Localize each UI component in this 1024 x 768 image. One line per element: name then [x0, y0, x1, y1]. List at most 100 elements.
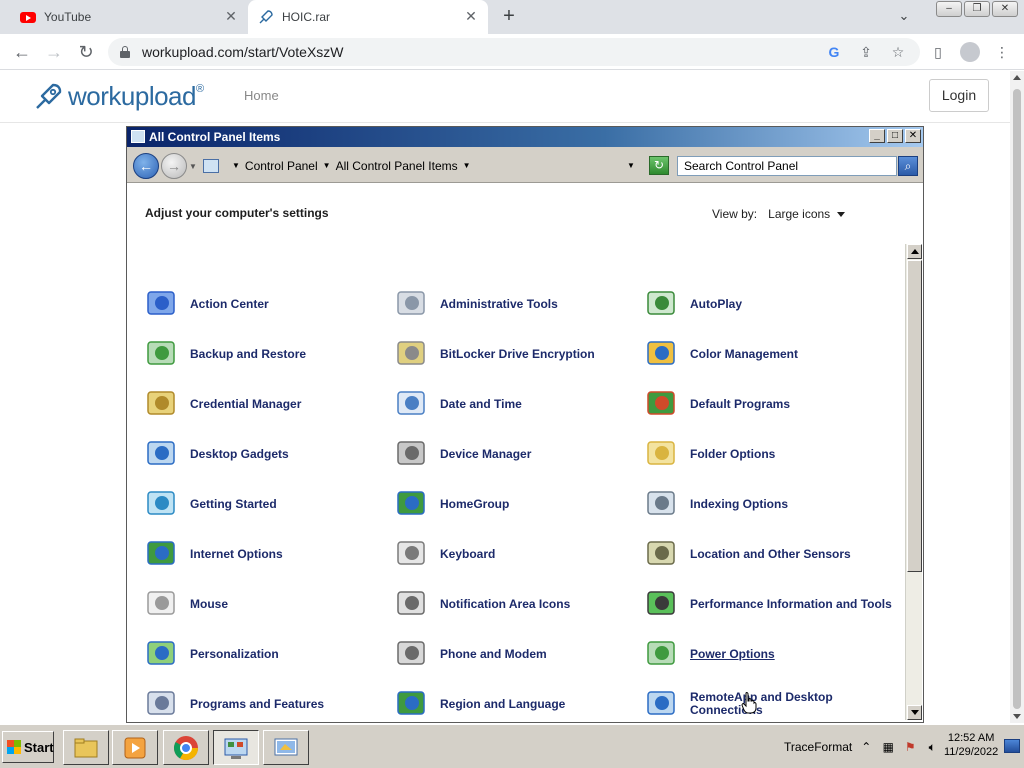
- cp-item-default-programs[interactable]: Default Programs: [645, 379, 905, 429]
- chevron-down-icon[interactable]: ▼: [463, 161, 471, 170]
- tab-search-chevron-icon[interactable]: ⌄: [894, 8, 914, 26]
- history-dropdown-icon[interactable]: ▼: [189, 162, 197, 171]
- cp-item-bitlocker[interactable]: BitLocker Drive Encryption: [395, 329, 645, 379]
- cp-item-internet-globe[interactable]: Internet Options: [145, 529, 395, 579]
- network-icon[interactable]: ▦: [880, 739, 896, 755]
- cp-item-label[interactable]: Keyboard: [440, 547, 495, 561]
- cp-item-label[interactable]: RemoteApp and Desktop Connections: [690, 691, 905, 717]
- minimize-button[interactable]: –: [936, 1, 962, 17]
- cp-item-programs-features[interactable]: Programs and Features: [145, 679, 395, 722]
- google-lens-icon[interactable]: G: [824, 42, 844, 62]
- breadcrumb-item[interactable]: Control Panel: [245, 159, 318, 173]
- taskbar-explorer[interactable]: [63, 730, 109, 765]
- content-scrollbar[interactable]: [905, 244, 922, 720]
- scroll-thumb[interactable]: [907, 260, 922, 572]
- address-bar[interactable]: workupload.com/start/VoteXszW G ⇪ ☆: [108, 38, 920, 66]
- cp-item-flag[interactable]: Action Center: [145, 279, 395, 329]
- cp-item-remoteapp[interactable]: RemoteApp and Desktop Connections: [645, 679, 905, 722]
- cp-item-label[interactable]: Getting Started: [190, 497, 277, 511]
- search-icon[interactable]: ⌕: [898, 156, 918, 176]
- menu-kebab-icon[interactable]: ⋮: [992, 42, 1012, 62]
- cp-item-battery-plug[interactable]: Power Options: [645, 629, 905, 679]
- cp-item-label[interactable]: AutoPlay: [690, 297, 742, 311]
- cp-item-label[interactable]: Power Options: [690, 647, 775, 661]
- show-desktop-button[interactable]: [1004, 739, 1020, 753]
- cp-item-autoplay[interactable]: AutoPlay: [645, 279, 905, 329]
- action-center-flag-icon[interactable]: ⚑: [902, 739, 918, 755]
- cp-item-label[interactable]: Credential Manager: [190, 397, 301, 411]
- chevron-down-icon[interactable]: ▼: [323, 161, 331, 170]
- cp-item-label[interactable]: Device Manager: [440, 447, 531, 461]
- cp-item-label[interactable]: Indexing Options: [690, 497, 788, 511]
- cp-item-label[interactable]: Region and Language: [440, 697, 565, 711]
- cp-item-homegroup[interactable]: HomeGroup: [395, 479, 645, 529]
- cp-item-label[interactable]: BitLocker Drive Encryption: [440, 347, 595, 361]
- refresh-icon[interactable]: ↻: [649, 156, 669, 175]
- cp-item-label[interactable]: Programs and Features: [190, 697, 324, 711]
- chevron-down-icon[interactable]: [837, 211, 846, 217]
- taskbar-chrome[interactable]: [163, 730, 209, 765]
- back-arrow-icon[interactable]: ←: [10, 40, 34, 64]
- back-arrow-icon[interactable]: ←: [133, 153, 159, 179]
- taskbar-control-panel[interactable]: [213, 730, 259, 765]
- scroll-down-button[interactable]: [907, 705, 922, 720]
- cp-item-label[interactable]: Personalization: [190, 647, 279, 661]
- forward-arrow-icon[interactable]: →: [161, 153, 187, 179]
- tab-youtube[interactable]: YouTube ✕: [8, 0, 248, 34]
- scroll-up-button[interactable]: [907, 244, 922, 259]
- cp-item-sensors[interactable]: Location and Other Sensors: [645, 529, 905, 579]
- url-text[interactable]: workupload.com/start/VoteXszW: [142, 44, 344, 60]
- minimize-button[interactable]: _: [869, 129, 885, 143]
- tray-expand-icon[interactable]: ⌃: [858, 739, 874, 755]
- cp-item-notification-area[interactable]: Notification Area Icons: [395, 579, 645, 629]
- cp-item-credential-vault[interactable]: Credential Manager: [145, 379, 395, 429]
- cp-item-performance[interactable]: Performance Information and Tools: [645, 579, 905, 629]
- profile-avatar[interactable]: [960, 42, 980, 62]
- cp-item-region-globe[interactable]: Region and Language: [395, 679, 645, 722]
- close-tab-icon[interactable]: ✕: [464, 9, 478, 23]
- cp-item-label[interactable]: Administrative Tools: [440, 297, 558, 311]
- cp-item-label[interactable]: Default Programs: [690, 397, 790, 411]
- workupload-logo[interactable]: workupload ®: [34, 79, 204, 113]
- new-tab-button[interactable]: +: [498, 6, 520, 28]
- cp-item-personalization[interactable]: Personalization: [145, 629, 395, 679]
- nav-home-link[interactable]: Home: [244, 88, 279, 103]
- cp-item-label[interactable]: Location and Other Sensors: [690, 547, 851, 561]
- tab-hoic[interactable]: HOIC.rar ✕: [248, 0, 488, 34]
- cp-item-folder-options[interactable]: Folder Options: [645, 429, 905, 479]
- cp-item-label[interactable]: Backup and Restore: [190, 347, 306, 361]
- cp-item-label[interactable]: Folder Options: [690, 447, 775, 461]
- cp-item-label[interactable]: Performance Information and Tools: [690, 597, 892, 611]
- search-input[interactable]: Search Control Panel: [677, 156, 897, 176]
- tray-label[interactable]: TraceFormat: [784, 740, 852, 754]
- view-by-dropdown[interactable]: Large icons: [768, 207, 830, 221]
- cp-item-indexing[interactable]: Indexing Options: [645, 479, 905, 529]
- cp-item-label[interactable]: Color Management: [690, 347, 798, 361]
- close-tab-icon[interactable]: ✕: [224, 9, 238, 23]
- cp-item-device-manager[interactable]: Device Manager: [395, 429, 645, 479]
- address-dropdown-icon[interactable]: ▼: [627, 161, 635, 170]
- chevron-down-icon[interactable]: ▼: [232, 161, 240, 170]
- volume-icon[interactable]: 🔈︎: [924, 739, 940, 755]
- close-window-button[interactable]: ✕: [992, 1, 1018, 17]
- cp-item-getting-started[interactable]: Getting Started: [145, 479, 395, 529]
- restore-button[interactable]: ❐: [964, 1, 990, 17]
- window-titlebar[interactable]: All Control Panel Items _ □ ✕: [127, 127, 923, 147]
- page-scrollbar[interactable]: [1010, 71, 1024, 723]
- cp-item-admin-tools[interactable]: Administrative Tools: [395, 279, 645, 329]
- cp-item-phone-modem[interactable]: Phone and Modem: [395, 629, 645, 679]
- cp-item-keyboard[interactable]: Keyboard: [395, 529, 645, 579]
- maximize-button[interactable]: □: [887, 129, 903, 143]
- share-icon[interactable]: ⇪: [856, 42, 876, 62]
- forward-arrow-icon[interactable]: →: [42, 40, 66, 64]
- taskbar-media-player[interactable]: [112, 730, 158, 765]
- cp-item-label[interactable]: HomeGroup: [440, 497, 509, 511]
- breadcrumb-item[interactable]: All Control Panel Items: [336, 159, 458, 173]
- cp-item-color-management[interactable]: Color Management: [645, 329, 905, 379]
- reload-icon[interactable]: ↻: [74, 40, 98, 64]
- lock-icon[interactable]: [120, 46, 130, 58]
- close-button[interactable]: ✕: [905, 129, 921, 143]
- cp-item-label[interactable]: Action Center: [190, 297, 269, 311]
- cp-item-mouse[interactable]: Mouse: [145, 579, 395, 629]
- cp-item-label[interactable]: Notification Area Icons: [440, 597, 570, 611]
